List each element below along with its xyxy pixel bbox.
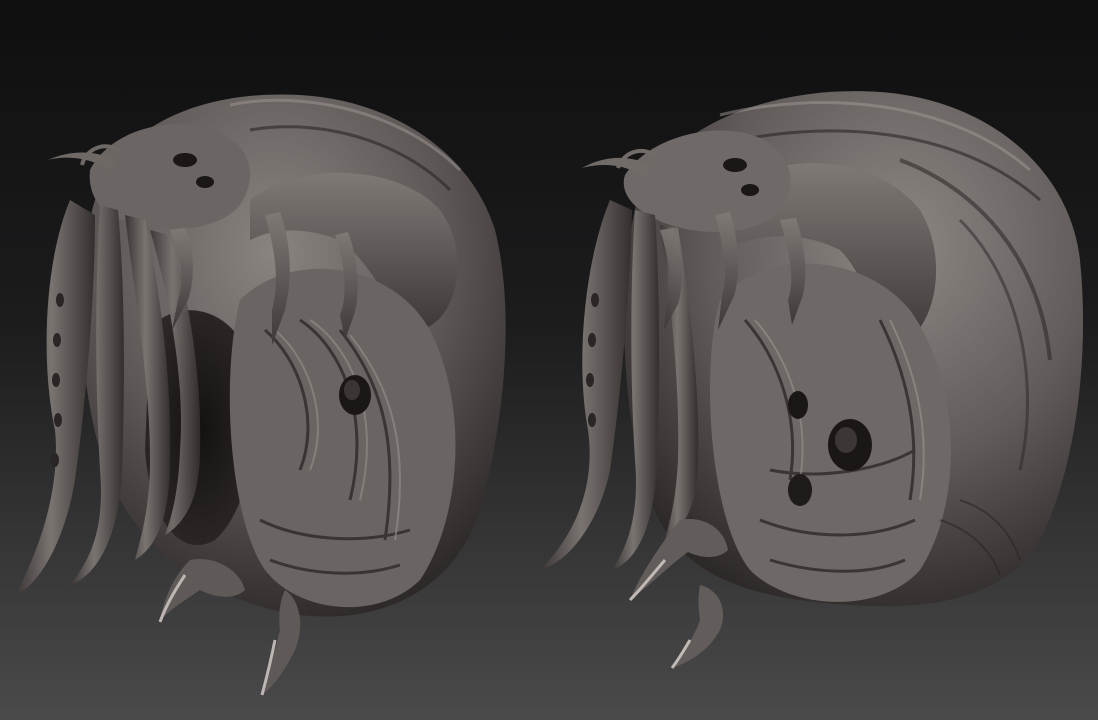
nostril [788,391,808,419]
render-canvas [0,0,1098,720]
render-viewport [0,0,1098,720]
